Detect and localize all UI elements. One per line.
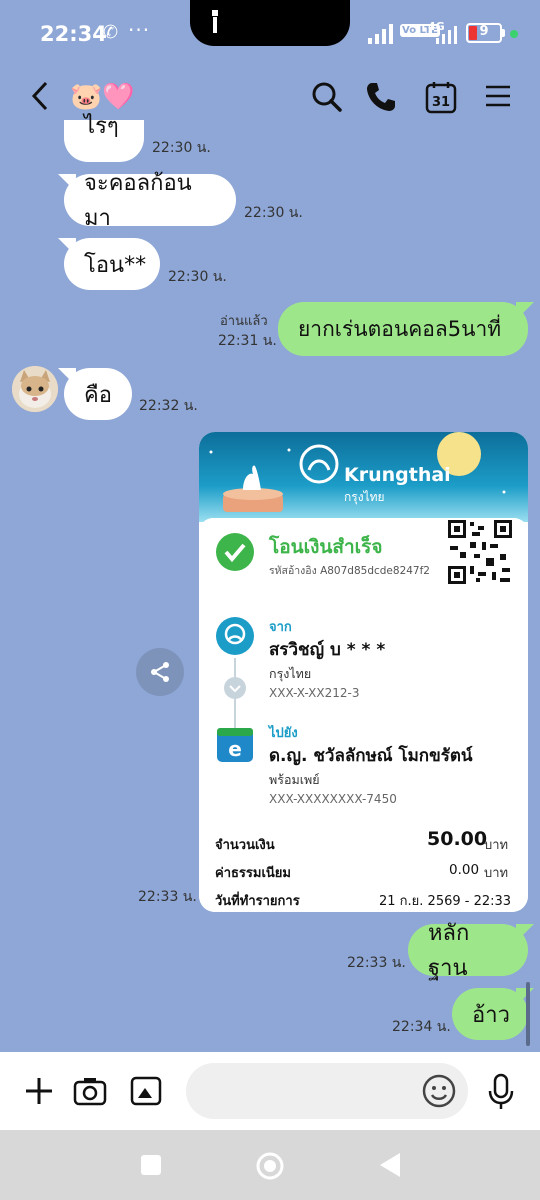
system-navigation-bar bbox=[0, 1130, 540, 1200]
read-receipt: อ่านแล้ว bbox=[220, 314, 268, 329]
message-bubble-out[interactable]: ยากเร่นตอนคอล5นาที่ bbox=[278, 302, 534, 356]
chevron-left-icon bbox=[31, 81, 48, 111]
back-nav-button[interactable] bbox=[376, 1150, 404, 1180]
menu-button[interactable] bbox=[480, 78, 516, 114]
fee-label: ค่าธรรมเนียม bbox=[215, 866, 291, 881]
add-button[interactable] bbox=[22, 1074, 56, 1108]
message-bubble-in[interactable]: โอน** bbox=[58, 238, 160, 290]
slip-header: Krungthai กรุงไทย bbox=[199, 432, 528, 522]
home-circle-icon bbox=[256, 1152, 284, 1180]
square-icon bbox=[141, 1155, 161, 1175]
recent-apps-button[interactable] bbox=[138, 1152, 164, 1178]
gallery-button[interactable] bbox=[128, 1074, 164, 1108]
cat-avatar-image bbox=[12, 366, 58, 412]
chevron-down-icon bbox=[224, 677, 246, 699]
battery-icon: 9 bbox=[466, 23, 502, 43]
voice-button[interactable] bbox=[484, 1072, 518, 1112]
home-button[interactable] bbox=[254, 1150, 286, 1182]
date-label: วันที่ทำรายการ bbox=[215, 894, 300, 909]
signal-icon bbox=[368, 24, 393, 44]
back-button[interactable] bbox=[22, 78, 58, 114]
fee-value: 0.00 bbox=[449, 862, 480, 878]
share-icon bbox=[151, 662, 169, 682]
camera-island bbox=[190, 0, 350, 46]
search-button[interactable] bbox=[308, 78, 346, 116]
to-name: ด.ญ. ชวัลลักษณ์ โมกขรัตน์ bbox=[269, 746, 473, 766]
message-time: 22:30 น. bbox=[244, 205, 303, 221]
message-time: 22:30 น. bbox=[152, 140, 211, 156]
message-text: โอน** bbox=[84, 252, 147, 278]
message-time: 22:30 น. bbox=[168, 269, 227, 285]
qr-code-icon bbox=[446, 518, 514, 586]
from-account: XXX-X-XX212-3 bbox=[269, 686, 360, 700]
triangle-back-icon bbox=[380, 1153, 400, 1177]
camera-button[interactable] bbox=[72, 1074, 108, 1108]
from-bank: กรุงไทย bbox=[269, 666, 312, 681]
amount-currency: บาท bbox=[484, 838, 509, 853]
message-bubble-out[interactable]: หลักฐาน bbox=[408, 921, 534, 981]
transaction-date: 21 ก.ย. 2569 - 22:33 bbox=[379, 894, 512, 909]
e-wallet-icon: e bbox=[217, 728, 253, 762]
bank-name: Krungthai bbox=[344, 464, 451, 486]
message-time: 22:31 น. bbox=[218, 333, 277, 349]
call-status-icon: ✆ bbox=[103, 22, 119, 43]
call-button[interactable] bbox=[362, 78, 400, 116]
svg-text:e: e bbox=[228, 737, 242, 761]
battery-level: 9 bbox=[479, 24, 489, 39]
transfer-status: โอนเงินสำเร็จ bbox=[269, 536, 383, 558]
calendar-button[interactable]: 31 bbox=[422, 78, 460, 116]
share-button[interactable] bbox=[136, 648, 184, 696]
image-icon bbox=[130, 1076, 162, 1106]
to-bank: พร้อมเพย์ bbox=[269, 772, 320, 787]
camera-icon bbox=[73, 1078, 107, 1106]
message-bubble-in[interactable]: คือ bbox=[58, 368, 132, 420]
message-text: ยากเร่นตอนคอล5นาที่ bbox=[298, 316, 502, 341]
flashlight-icon bbox=[212, 10, 218, 33]
scrollbar[interactable] bbox=[526, 982, 530, 1046]
amount-label: จำนวนเงิน bbox=[215, 838, 275, 853]
message-text: อ้าว bbox=[472, 1002, 510, 1028]
hamburger-menu-icon bbox=[486, 85, 510, 107]
search-icon bbox=[312, 82, 342, 112]
from-label: จาก bbox=[269, 620, 292, 635]
message-time: 22:34 น. bbox=[392, 1019, 451, 1035]
reference-number: รหัสอ้างอิง A807d85dcde8247f2 bbox=[269, 565, 430, 577]
message-text: หลักฐาน bbox=[428, 921, 470, 981]
message-time: 22:33 น. bbox=[138, 889, 197, 905]
from-name: สรวิชญ์ บ * * * bbox=[269, 640, 386, 660]
status-bar: 22:34 ✆ ··· Vo LTE 4G 9 bbox=[0, 0, 540, 64]
amount-value: 50.00 bbox=[427, 828, 488, 850]
bank-name-th: กรุงไทย bbox=[344, 490, 385, 504]
message-text: จะคอลก้อนมา bbox=[84, 171, 192, 231]
krungthai-logo-icon bbox=[216, 617, 254, 655]
emoji-button[interactable] bbox=[420, 1072, 458, 1110]
message-time: 22:32 น. bbox=[139, 398, 198, 414]
signal-icon-2 bbox=[436, 26, 457, 44]
emoji-icon bbox=[422, 1074, 456, 1108]
message-bubble-in[interactable]: ไรๆ bbox=[64, 114, 144, 162]
plus-icon bbox=[26, 1078, 52, 1104]
message-text: คือ bbox=[84, 382, 112, 408]
more-notifications-icon: ··· bbox=[128, 18, 151, 42]
to-label: ไปยัง bbox=[269, 726, 298, 741]
slip-body: โอนเงินสำเร็จ รหัสอ้างอิง A807d85dcde824… bbox=[199, 518, 528, 912]
phone-icon bbox=[367, 83, 395, 111]
calendar-icon: 31 bbox=[425, 82, 457, 114]
fee-currency: บาท bbox=[484, 866, 509, 881]
message-text: ไรๆ bbox=[84, 114, 119, 139]
calendar-day: 31 bbox=[432, 95, 450, 110]
privacy-indicator bbox=[510, 30, 518, 38]
success-check-icon bbox=[216, 533, 254, 571]
microphone-icon bbox=[488, 1073, 514, 1109]
message-bubble-in[interactable]: จะคอลก้อนมา bbox=[58, 171, 236, 231]
message-bubble-out[interactable]: อ้าว bbox=[452, 988, 534, 1040]
message-time: 22:33 น. bbox=[347, 955, 406, 971]
to-account: XXX-XXXXXXXX-7450 bbox=[269, 792, 397, 806]
transfer-slip[interactable]: Krungthai กรุงไทย โอนเงินสำเร็จ รหัสอ้าง… bbox=[199, 432, 528, 912]
status-time: 22:34 bbox=[40, 22, 107, 46]
contact-avatar[interactable] bbox=[12, 366, 58, 412]
